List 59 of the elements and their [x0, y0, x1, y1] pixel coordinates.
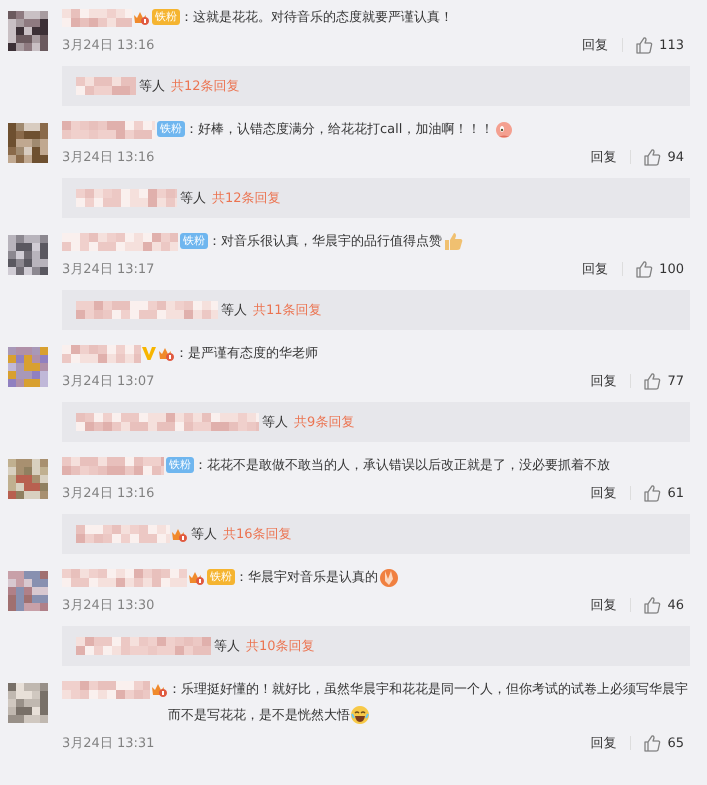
fan-badge: 铁粉: [152, 9, 180, 25]
comment-text: ：是严谨有态度的华老师: [175, 345, 319, 363]
comment-text: ：好棒，认错态度满分，给花花打call，加油啊！！！: [185, 117, 692, 143]
avatar-mosaic: [8, 235, 48, 275]
comment-time: 3月24日 13:17: [62, 261, 156, 278]
like-icon[interactable]: [643, 596, 662, 614]
comment-time: 3月24日 13:16: [62, 485, 156, 502]
clapping-hands-icon: [378, 567, 400, 588]
comment-text: ：这就是花花。对待音乐的态度就要严谨认真！: [180, 9, 454, 27]
comment-text: ：华晨宇对音乐是认真的: [235, 565, 692, 591]
like-icon[interactable]: [643, 148, 662, 166]
laughing-face-icon: [350, 705, 370, 726]
fan-badge: 铁粉: [207, 569, 235, 585]
blurred-username: [76, 77, 136, 95]
comment-text: ：对音乐很认真，华晨宇的品行值得点赞: [208, 229, 692, 255]
replies-text: 等人: [139, 78, 165, 95]
comment-time: 3月24日 13:31: [62, 735, 156, 752]
reply-button[interactable]: 回复: [590, 484, 616, 502]
like-count: 61: [667, 486, 684, 500]
reply-button[interactable]: 回复: [590, 372, 616, 390]
replies-text: 等人: [191, 526, 217, 543]
replies-text: 等人: [180, 190, 206, 207]
blurred-username: [62, 9, 132, 27]
comment-time: 3月24日 13:30: [62, 597, 156, 614]
avatar-mosaic: [8, 347, 48, 387]
fan-badge: 铁粉: [157, 121, 185, 137]
reply-button[interactable]: 回复: [582, 260, 608, 278]
replies-text: 等人: [214, 638, 240, 655]
replies-text: 等人: [221, 302, 247, 319]
like-count: 46: [667, 598, 684, 612]
like-count: 113: [659, 38, 684, 52]
like-icon[interactable]: [635, 36, 654, 54]
replies-text: 等人: [262, 414, 288, 431]
like-icon[interactable]: [643, 484, 662, 502]
comment-text: ：乐理挺好懂的！就好比，虽然华晨宇和花花是同一个人，但你考试的试卷上必须写华晨宇而不是写花花，是不是恍然大悟: [168, 677, 692, 729]
comment-text: ：花花不是敢做不敢当的人，承认错误以后改正就是了，没必要抓着不放: [194, 457, 611, 475]
verified-icon: [141, 345, 157, 361]
fan-badge: 铁粉: [166, 457, 194, 473]
like-icon[interactable]: [635, 260, 654, 278]
comment-time: 3月24日 13:16: [62, 149, 156, 166]
avatar-mosaic: [8, 11, 48, 51]
like-count: 65: [667, 736, 684, 750]
comment-time: 3月24日 13:07: [62, 373, 156, 390]
like-count: 100: [659, 262, 684, 276]
avatar-mosaic: [8, 571, 48, 611]
like-icon[interactable]: [643, 372, 662, 390]
avatar-mosaic: [8, 123, 48, 163]
like-count: 94: [667, 150, 684, 164]
fan-badge: 铁粉: [180, 233, 208, 249]
avatar-mosaic: [8, 459, 48, 499]
like-count: 77: [667, 374, 684, 388]
reply-button[interactable]: 回复: [590, 596, 616, 614]
like-icon[interactable]: [643, 734, 662, 752]
comment-time: 3月24日 13:16: [62, 37, 156, 54]
avatar-mosaic: [8, 683, 48, 723]
reply-button[interactable]: 回复: [590, 734, 616, 752]
thumbs-up-emoji-icon: [442, 231, 464, 252]
reply-button[interactable]: 回复: [590, 148, 616, 166]
reply-button[interactable]: 回复: [582, 36, 608, 54]
